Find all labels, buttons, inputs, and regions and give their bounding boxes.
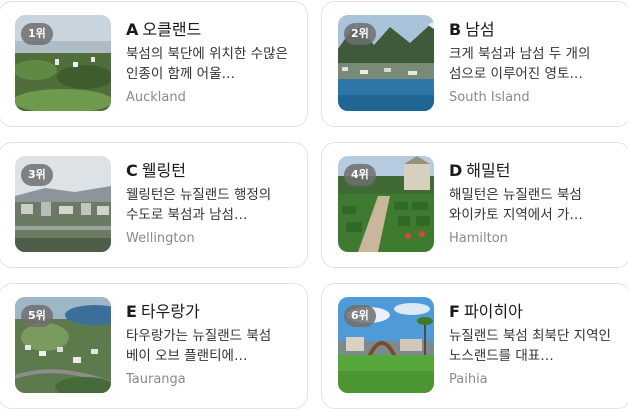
destination-card-paihia[interactable]: 6위 F 파이히아 뉴질랜드 북섬 최북단 지역인 노스랜드를 대표… Paihi… [321,283,628,409]
south-island-photo: 2위 [338,15,434,111]
card-letter: F [449,302,460,321]
rank-badge: 3위 [21,164,53,186]
card-letter: C [126,161,138,180]
card-english-name: Paihia [449,372,488,387]
card-english-name: Hamilton [449,231,508,246]
card-description: 크게 북섬과 남섬 두 개의 섬으로 이루어진 영토… [449,46,591,82]
destination-card-hamilton[interactable]: 4위 D 해밀턴 해밀턴은 뉴질랜드 북섬 와이카토 지역에서 가… Hamilt… [321,142,628,268]
card-name: 웰링턴 [141,161,186,180]
card-name: 해밀턴 [466,161,511,180]
card-description: 웰링턴은 뉴질랜드 행정의 수도로 북섬과 남섬… [126,187,272,223]
rank-badge: 5위 [21,305,53,327]
card-name: 타우랑가 [140,302,200,321]
card-english-name: Tauranga [126,372,186,387]
card-english-name: Auckland [126,90,186,105]
card-title: C 웰링턴 [126,157,186,181]
paihia-photo: 6위 [338,297,434,393]
card-description: 타우랑가는 뉴질랜드 북섬 베이 오브 플랜티에… [126,328,272,364]
card-name: 오클랜드 [142,20,202,39]
destination-card-tauranga[interactable]: 5위 E 타우랑가 타우랑가는 뉴질랜드 북섬 베이 오브 플랜티에… Taura… [0,283,308,409]
card-title: D 해밀턴 [449,157,510,181]
destination-card-wellington[interactable]: 3위 C 웰링턴 웰링턴은 뉴질랜드 행정의 수도로 북섬과 남섬… Wellin… [0,142,308,268]
wellington-photo: 3위 [15,156,111,252]
card-letter: B [449,20,462,39]
rank-badge: 1위 [21,23,53,45]
card-name: 파이히아 [463,302,523,321]
card-letter: D [449,161,463,180]
card-title: B 남섬 [449,16,495,40]
card-description: 북섬의 북단에 위치한 수많은 인종이 함께 어울… [126,46,288,82]
card-description: 해밀턴은 뉴질랜드 북섬 와이카토 지역에서 가… [449,187,583,223]
destination-card-south-island[interactable]: 2위 B 남섬 크게 북섬과 남섬 두 개의 섬으로 이루어진 영토… South… [321,1,628,127]
card-description: 뉴질랜드 북섬 최북단 지역인 노스랜드를 대표… [449,328,611,364]
rank-badge: 2위 [344,23,376,45]
rank-badge: 6위 [344,305,376,327]
rank-badge: 4위 [344,164,376,186]
card-english-name: Wellington [126,231,195,246]
destination-grid: 1위 A 오클랜드 북섬의 북단에 위치한 수많은 인종이 함께 어울… Auck… [0,0,628,409]
tauranga-photo: 5위 [15,297,111,393]
card-letter: A [126,20,139,39]
card-english-name: South Island [449,90,530,105]
card-title: A 오클랜드 [126,16,201,40]
auckland-photo: 1위 [15,15,111,111]
card-name: 남섬 [465,20,495,39]
card-title: F 파이히아 [449,298,523,322]
card-letter: E [126,302,137,321]
hamilton-photo: 4위 [338,156,434,252]
card-title: E 타우랑가 [126,298,200,322]
destination-card-auckland[interactable]: 1위 A 오클랜드 북섬의 북단에 위치한 수많은 인종이 함께 어울… Auck… [0,1,308,127]
